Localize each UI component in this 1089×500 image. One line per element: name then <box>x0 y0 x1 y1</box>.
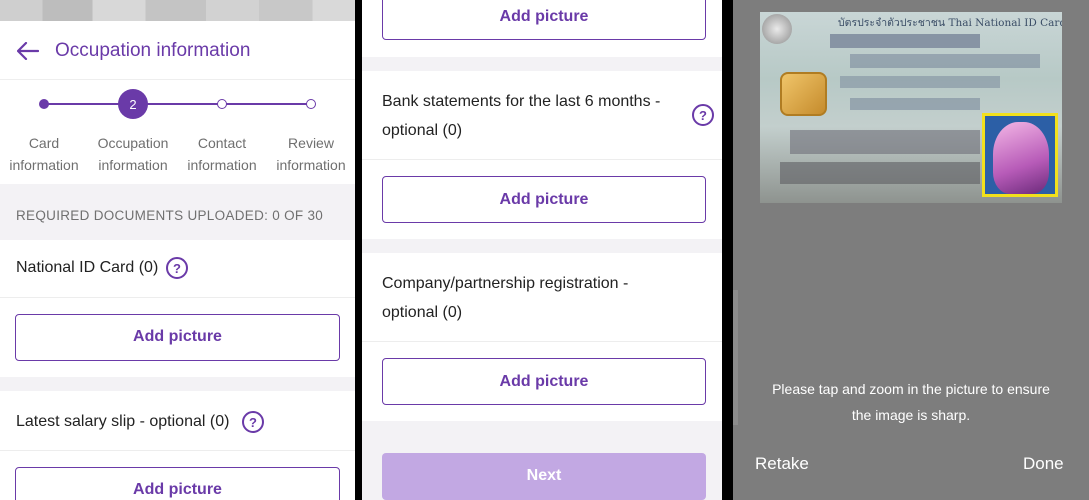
bank-statements-section: Bank statements for the last 6 months - … <box>362 71 722 239</box>
bank-statements-title-line2: optional (0) <box>382 122 463 139</box>
step-2-label-line1: Occupation <box>97 135 169 151</box>
id-card-header-text: บัตรประจำตัวประชาชน Thai National ID Car… <box>838 17 1062 29</box>
national-id-title: National ID Card (0) <box>16 259 159 276</box>
app-header: Occupation information <box>0 21 355 80</box>
retake-button[interactable]: Retake <box>755 454 809 474</box>
emblem-icon <box>762 14 792 44</box>
step-3-dot <box>217 99 227 109</box>
step-2-dot: 2 <box>118 89 148 119</box>
national-id-section: National ID Card (0) ? Add picture <box>0 240 355 377</box>
section-divider <box>0 450 355 451</box>
step-3-label-line2: information <box>187 157 257 173</box>
camera-preview-screen: บัตรประจำตัวประชาชน Thai National ID Car… <box>733 0 1089 500</box>
company-registration-section: Company/partnership registration - optio… <box>362 253 722 421</box>
bank-statements-title: Bank statements for the last 6 months - … <box>382 87 660 145</box>
step-1-label-line1: Card <box>28 135 60 151</box>
add-picture-button[interactable]: Add picture <box>382 0 706 40</box>
step-1-dot <box>39 99 49 109</box>
required-documents-banner: REQUIRED DOCUMENTS UPLOADED: 0 OF 30 <box>0 184 355 240</box>
section-divider <box>0 297 355 298</box>
id-card-preview-image[interactable]: บัตรประจำตัวประชาชน Thai National ID Car… <box>760 12 1062 203</box>
redacted-block <box>850 54 1040 68</box>
add-picture-button[interactable]: Add picture <box>15 467 340 500</box>
zoom-hint-line2: the image is sharp. <box>851 407 971 423</box>
salary-slip-section: Latest salary slip - optional (0) ? Add … <box>0 391 355 500</box>
help-icon[interactable]: ? <box>166 257 188 279</box>
section-divider <box>362 341 722 342</box>
step-4-label: Review information <box>266 132 355 176</box>
progress-stepper: 2 Card information Occupation informatio… <box>0 80 355 184</box>
section-gap <box>0 377 355 391</box>
step-1-label-line2: information <box>9 157 79 173</box>
step-4-label-line1: Review <box>288 135 334 151</box>
step-2-number: 2 <box>129 96 137 112</box>
id-photo-frame <box>982 113 1058 197</box>
step-2-label: Occupation information <box>88 132 178 176</box>
sim-chip-icon <box>780 72 827 116</box>
section-divider <box>362 159 722 160</box>
zoom-hint-text: Please tap and zoom in the picture to en… <box>733 376 1089 428</box>
documents-upload-screen: Add picture Bank statements for the last… <box>362 0 722 500</box>
step-3-label-line1: Contact <box>197 135 247 151</box>
help-glyph: ? <box>699 107 707 123</box>
page-title: Occupation information <box>55 40 251 61</box>
occupation-info-screen: Occupation information 2 Card informatio… <box>0 0 355 500</box>
company-registration-title-line2: optional (0) <box>382 304 463 321</box>
help-glyph: ? <box>173 260 181 276</box>
stepper-track <box>44 103 312 105</box>
required-documents-count: REQUIRED DOCUMENTS UPLOADED: 0 OF 30 <box>16 208 324 223</box>
step-4-label-line2: information <box>276 157 346 173</box>
step-2-label-line2: information <box>98 157 168 173</box>
status-bar <box>0 0 355 21</box>
next-button[interactable]: Next <box>382 453 706 500</box>
id-photo-face <box>993 122 1049 194</box>
help-icon[interactable]: ? <box>242 411 264 433</box>
back-arrow-icon[interactable] <box>17 42 39 60</box>
step-4-dot <box>306 99 316 109</box>
help-icon[interactable]: ? <box>692 104 714 126</box>
redacted-block <box>790 130 980 154</box>
redacted-block <box>850 98 980 110</box>
redacted-block <box>830 34 980 48</box>
previous-section: Add picture <box>362 0 722 57</box>
redacted-block <box>840 76 1000 88</box>
step-1-label: Card information <box>0 132 89 176</box>
add-picture-button[interactable]: Add picture <box>382 358 706 405</box>
salary-slip-title: Latest salary slip - optional (0) <box>16 413 230 430</box>
bank-statements-title-line1: Bank statements for the last 6 months - <box>382 93 661 110</box>
add-picture-button[interactable]: Add picture <box>382 176 706 223</box>
done-button[interactable]: Done <box>1023 454 1064 474</box>
redacted-block <box>780 162 980 184</box>
company-registration-title-line1: Company/partnership registration - <box>382 275 629 292</box>
company-registration-title: Company/partnership registration - optio… <box>382 269 628 327</box>
add-picture-button[interactable]: Add picture <box>15 314 340 361</box>
step-3-label: Contact information <box>177 132 267 176</box>
zoom-hint-line1: Please tap and zoom in the picture to en… <box>772 381 1050 397</box>
help-glyph: ? <box>249 414 257 430</box>
